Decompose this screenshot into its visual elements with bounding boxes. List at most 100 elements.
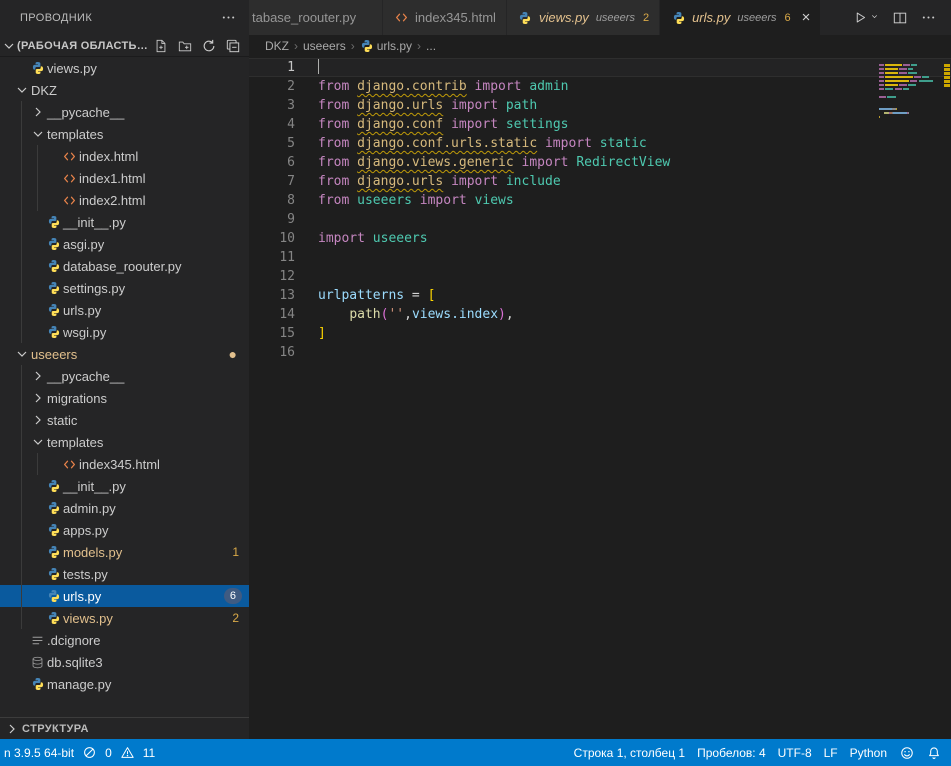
eol[interactable]: LF bbox=[824, 746, 838, 760]
more-actions-button[interactable] bbox=[920, 7, 937, 29]
tree-item-tests.py[interactable]: tests.py bbox=[0, 563, 249, 585]
overview-ruler-warning-mark bbox=[944, 84, 950, 87]
tree-item-.dcignore[interactable]: .dcignore bbox=[0, 629, 249, 651]
tree-item-database_roouter.py[interactable]: database_roouter.py bbox=[0, 255, 249, 277]
tree-item-views.py[interactable]: views.py bbox=[0, 57, 249, 79]
tab-urls.py[interactable]: urls.pyuseeers6× bbox=[660, 0, 821, 35]
tree-item-apps.py[interactable]: apps.py bbox=[0, 519, 249, 541]
encoding[interactable]: UTF-8 bbox=[778, 746, 812, 760]
tree-item-index1.html[interactable]: index1.html bbox=[0, 167, 249, 189]
language-mode[interactable]: Python bbox=[850, 746, 887, 760]
tree-item-models.py[interactable]: models.py1 bbox=[0, 541, 249, 563]
tree-item-index2.html[interactable]: index2.html bbox=[0, 189, 249, 211]
code-token: from bbox=[318, 79, 349, 94]
split-editor-button[interactable] bbox=[891, 7, 908, 29]
tree-item-manage.py[interactable]: manage.py bbox=[0, 673, 249, 695]
tree-item-admin.py[interactable]: admin.py bbox=[0, 497, 249, 519]
tree-item-views.py[interactable]: views.py2 bbox=[0, 607, 249, 629]
code-token: urlpatterns bbox=[318, 288, 404, 303]
code-token bbox=[349, 174, 357, 189]
line-number: 8 bbox=[249, 191, 295, 210]
breadcrumb-item-urls.py[interactable]: urls.py bbox=[360, 35, 412, 57]
tree-item-templates[interactable]: templates bbox=[0, 123, 249, 145]
warning-token: django.conf bbox=[357, 117, 443, 132]
breadcrumb-item-useeers[interactable]: useeers bbox=[303, 39, 346, 53]
line-number: 2 bbox=[249, 77, 295, 96]
python-version[interactable]: n 3.9.5 64-bit bbox=[4, 746, 74, 760]
minimap-line bbox=[879, 68, 941, 70]
file-label: useeers bbox=[31, 347, 77, 362]
python-version-label: n 3.9.5 64-bit bbox=[4, 746, 74, 760]
code-token: include bbox=[506, 174, 561, 189]
code-line-1: 1 bbox=[249, 58, 951, 77]
code-token: , bbox=[404, 307, 412, 322]
code-token bbox=[498, 98, 506, 113]
outline-section-header[interactable]: СТРУКТУРА bbox=[0, 717, 249, 739]
indent-guide bbox=[21, 409, 22, 431]
editor[interactable]: 12from django.contrib import admin3from … bbox=[249, 57, 951, 739]
problems-badge: 2 bbox=[232, 611, 239, 625]
file-label: DKZ bbox=[31, 83, 57, 98]
tab-folder-hint: useeers bbox=[737, 12, 776, 24]
error-count[interactable]: 0 bbox=[105, 746, 112, 760]
feedback-icon[interactable] bbox=[899, 745, 914, 760]
code-token: import bbox=[451, 117, 498, 132]
bell-icon[interactable] bbox=[926, 745, 941, 760]
tab-tabase_roouter.py[interactable]: tabase_roouter.py bbox=[249, 0, 383, 35]
tree-item-settings.py[interactable]: settings.py bbox=[0, 277, 249, 299]
tree-item-wsgi.py[interactable]: wsgi.py bbox=[0, 321, 249, 343]
code-token bbox=[592, 136, 600, 151]
python-icon bbox=[45, 607, 62, 629]
python-icon bbox=[45, 585, 62, 607]
breadcrumb-item-...[interactable]: ... bbox=[426, 39, 436, 53]
line-number: 11 bbox=[249, 248, 295, 267]
explorer-more-icon[interactable] bbox=[220, 7, 237, 29]
breadcrumb-label: urls.py bbox=[377, 39, 412, 53]
tree-item-__init__.py[interactable]: __init__.py bbox=[0, 211, 249, 233]
file-label: wsgi.py bbox=[63, 325, 106, 340]
tree-item-asgi.py[interactable]: asgi.py bbox=[0, 233, 249, 255]
indentation[interactable]: Пробелов: 4 bbox=[697, 746, 766, 760]
tree-item-migrations[interactable]: migrations bbox=[0, 387, 249, 409]
refresh-icon[interactable] bbox=[199, 36, 219, 56]
new-file-icon[interactable] bbox=[151, 36, 171, 56]
breadcrumb: DKZ›useeers›urls.py›... bbox=[249, 35, 951, 57]
warning-icon[interactable] bbox=[120, 745, 135, 760]
minimap[interactable] bbox=[879, 60, 941, 124]
tree-item-urls.py[interactable]: urls.py bbox=[0, 299, 249, 321]
tree-item-__pycache__[interactable]: __pycache__ bbox=[0, 101, 249, 123]
close-icon[interactable]: × bbox=[802, 10, 811, 25]
play-icon bbox=[852, 7, 869, 29]
tree-item-db.sqlite3[interactable]: db.sqlite3 bbox=[0, 651, 249, 673]
run-button[interactable] bbox=[852, 7, 879, 29]
tree-item-templates[interactable]: templates bbox=[0, 431, 249, 453]
workspace-header[interactable]: (РАБОЧАЯ ОБЛАСТЬ) ... bbox=[0, 35, 249, 57]
breadcrumb-item-DKZ[interactable]: DKZ bbox=[265, 39, 289, 53]
breadcrumb-separator: › bbox=[417, 39, 421, 53]
file-label: urls.py bbox=[63, 303, 101, 318]
tree-item-DKZ[interactable]: DKZ bbox=[0, 79, 249, 101]
tab-views.py[interactable]: views.pyuseeers2 bbox=[507, 0, 660, 35]
feedback-icon bbox=[899, 745, 914, 760]
python-icon bbox=[45, 519, 62, 541]
warning-count[interactable]: 11 bbox=[143, 746, 155, 760]
code-line-14: 14 path('',views.index), bbox=[249, 305, 951, 324]
tab-index345.html[interactable]: index345.html bbox=[383, 0, 507, 35]
tab-folder-hint: useeers bbox=[596, 12, 635, 24]
tree-item-__init__.py[interactable]: __init__.py bbox=[0, 475, 249, 497]
tree-item-index.html[interactable]: index.html bbox=[0, 145, 249, 167]
tree-item-__pycache__[interactable]: __pycache__ bbox=[0, 365, 249, 387]
file-label: __init__.py bbox=[63, 479, 126, 494]
error-icon[interactable] bbox=[82, 745, 97, 760]
tree-item-urls.py[interactable]: urls.py6 bbox=[0, 585, 249, 607]
cursor-position[interactable]: Строка 1, столбец 1 bbox=[574, 746, 685, 760]
collapse-all-icon[interactable] bbox=[223, 36, 243, 56]
tree-item-index345.html[interactable]: index345.html bbox=[0, 453, 249, 475]
minimap-line bbox=[879, 100, 941, 102]
code-token bbox=[467, 193, 475, 208]
more-icon bbox=[920, 7, 937, 29]
tree-item-static[interactable]: static bbox=[0, 409, 249, 431]
new-folder-icon[interactable] bbox=[175, 36, 195, 56]
tree-item-useeers[interactable]: useeers● bbox=[0, 343, 249, 365]
minimap-line bbox=[879, 92, 941, 94]
